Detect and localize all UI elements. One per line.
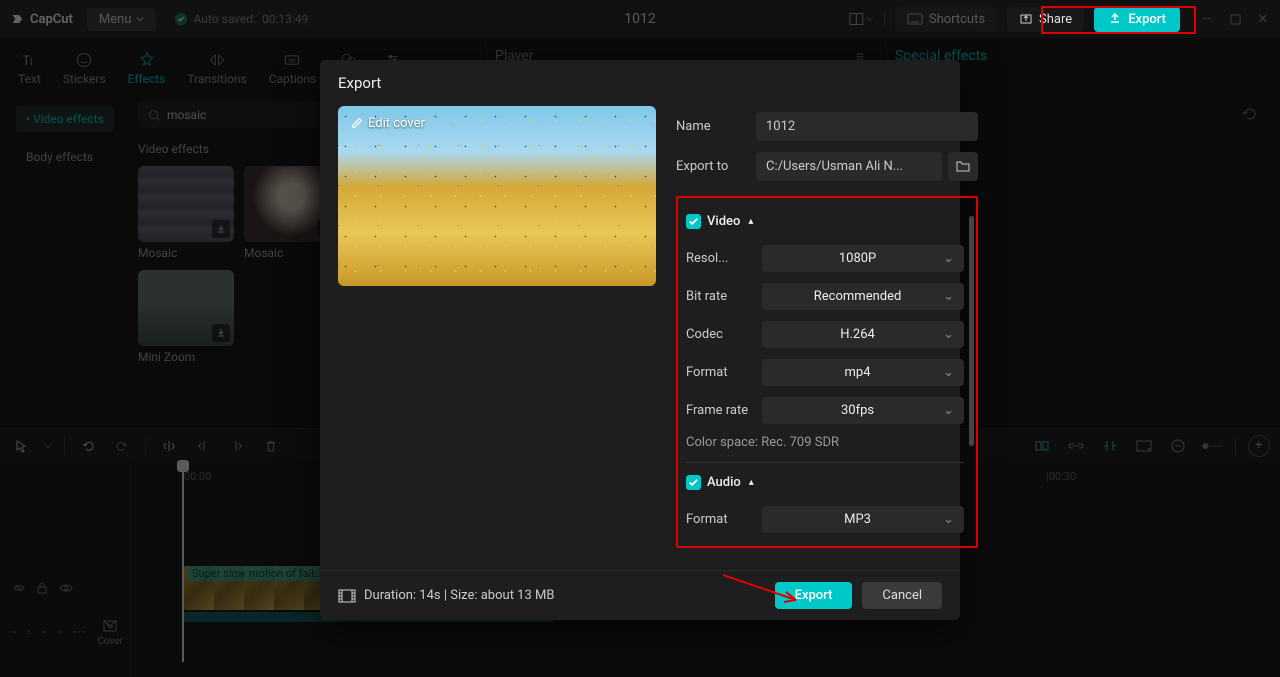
- annotation-box-topbar: [1041, 6, 1196, 34]
- svg-text:I: I: [30, 57, 33, 68]
- search-input[interactable]: [138, 102, 318, 128]
- zoom-in[interactable]: +: [1248, 435, 1270, 457]
- zoom-out[interactable]: [1167, 435, 1189, 457]
- bitrate-dropdown[interactable]: Recommended⌄: [762, 283, 964, 310]
- snap-tool[interactable]: [1099, 435, 1121, 457]
- tab-stickers[interactable]: Stickers: [63, 46, 106, 86]
- visibility-icon[interactable]: [41, 626, 47, 638]
- export-dialog: Export Edit cover Name Export to: [320, 60, 960, 620]
- folder-icon: [955, 159, 971, 173]
- window-maximize[interactable]: [1228, 12, 1242, 26]
- redo-button[interactable]: [111, 435, 133, 457]
- video-section-label: Video: [707, 214, 740, 229]
- tab-captions[interactable]: ccCaptions: [269, 46, 317, 86]
- svg-text:cc: cc: [289, 57, 296, 65]
- tab-effects[interactable]: Effects: [128, 46, 166, 86]
- framerate-dropdown[interactable]: 30fps⌄: [762, 397, 964, 424]
- keyboard-icon: [907, 12, 923, 26]
- split-tool[interactable]: [158, 435, 180, 457]
- download-icon[interactable]: [212, 324, 230, 342]
- tab-transitions[interactable]: Transitions: [187, 46, 246, 86]
- preview-tool[interactable]: [1133, 435, 1155, 457]
- svg-text:T: T: [23, 54, 31, 69]
- link-tool[interactable]: [1065, 435, 1087, 457]
- effect-thumb[interactable]: Mini Zoom: [138, 270, 234, 364]
- track-controls-2: ⋯ Cover: [0, 610, 135, 654]
- chevron-up-icon[interactable]: ▴: [749, 477, 754, 488]
- zoom-slider[interactable]: [1201, 435, 1223, 457]
- undo-icon[interactable]: [1240, 105, 1258, 123]
- resolution-dropdown[interactable]: 1080P⌄: [762, 245, 964, 272]
- edit-cover-button[interactable]: Edit cover: [350, 116, 425, 131]
- share-icon: [1019, 12, 1033, 26]
- dialog-title: Export: [320, 60, 960, 106]
- codec-dropdown[interactable]: H.264⌄: [762, 321, 964, 348]
- playhead[interactable]: [182, 462, 184, 662]
- annotation-box-settings: Video ▴ Resol... 1080P⌄ Bit rate Recomme…: [676, 196, 978, 548]
- cancel-button[interactable]: Cancel: [862, 582, 942, 609]
- audio-format-dropdown[interactable]: MP3⌄: [762, 506, 964, 533]
- scrollbar[interactable]: [969, 216, 974, 446]
- video-checkbox[interactable]: [686, 214, 701, 229]
- duration-info: Duration: 14s | Size: about 13 MB: [338, 588, 554, 603]
- hide-icon[interactable]: [12, 581, 26, 595]
- chevron-up-icon[interactable]: ▴: [748, 216, 753, 227]
- split-right[interactable]: [226, 435, 248, 457]
- visibility-icon[interactable]: [58, 582, 74, 594]
- hide-icon[interactable]: [12, 625, 17, 639]
- search-icon: [148, 109, 161, 122]
- subnav-body-effects[interactable]: Body effects: [16, 144, 103, 170]
- film-icon: [338, 589, 356, 603]
- autosave-status: Auto saved: 00:13:49: [174, 12, 309, 26]
- window-close[interactable]: ✕: [1256, 12, 1270, 26]
- colorspace-info: Color space: Rec. 709 SDR: [686, 435, 964, 450]
- effect-thumb[interactable]: Mosaic: [138, 166, 234, 260]
- pointer-tool[interactable]: [10, 435, 32, 457]
- name-label: Name: [676, 119, 746, 134]
- delete-tool[interactable]: [260, 435, 282, 457]
- layout-icon[interactable]: [848, 6, 874, 32]
- subnav-video-effects[interactable]: • Video effects: [16, 106, 114, 132]
- cover-button[interactable]: Cover: [97, 618, 123, 647]
- annotation-arrow: [718, 570, 808, 610]
- video-format-dropdown[interactable]: mp4⌄: [762, 359, 964, 386]
- lock-icon[interactable]: [27, 625, 31, 639]
- menu-button[interactable]: Menu: [87, 8, 156, 31]
- app-name: CapCut: [30, 12, 73, 27]
- browse-folder-button[interactable]: [948, 152, 978, 181]
- pencil-icon: [350, 117, 363, 130]
- cover-preview[interactable]: Edit cover: [338, 106, 656, 286]
- shortcuts-button[interactable]: Shortcuts: [895, 7, 997, 32]
- export-path-input[interactable]: [756, 152, 942, 181]
- audio-section-label: Audio: [707, 475, 741, 490]
- check-icon: [174, 12, 188, 26]
- split-left[interactable]: [192, 435, 214, 457]
- mute-icon[interactable]: [57, 625, 62, 639]
- download-icon[interactable]: [212, 220, 230, 238]
- undo-button[interactable]: [77, 435, 99, 457]
- lock-icon[interactable]: [36, 581, 48, 595]
- project-title: 1012: [624, 11, 655, 27]
- mirror-tool[interactable]: [1031, 435, 1053, 457]
- tab-text[interactable]: TIText: [18, 46, 41, 86]
- export-to-label: Export to: [676, 159, 746, 174]
- window-minimize[interactable]: —: [1200, 12, 1214, 26]
- app-logo: CapCut: [10, 11, 73, 27]
- name-input[interactable]: [756, 112, 978, 141]
- audio-checkbox[interactable]: [686, 475, 701, 490]
- track-controls-1: [0, 566, 135, 610]
